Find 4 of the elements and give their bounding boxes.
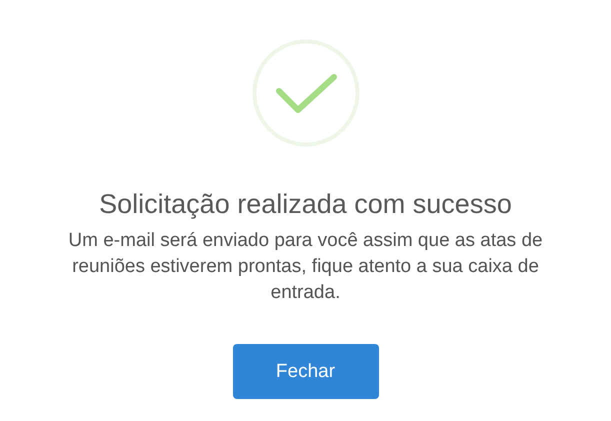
dialog-message: Um e-mail será enviado para você assim que as atas de reuniões estiverem prontas, fique atento a sua caixa de entrada. [67, 229, 544, 305]
close-button[interactable]: Fechar [232, 344, 378, 399]
dialog-title: Solicitação realizada com sucesso [99, 189, 512, 220]
check-circle-icon [252, 39, 360, 147]
